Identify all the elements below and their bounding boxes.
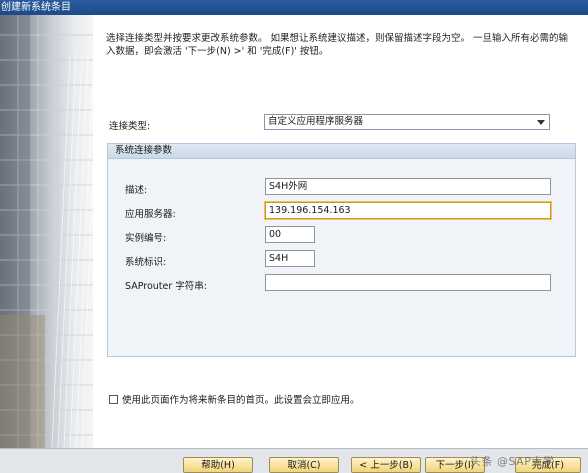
system-id-field[interactable]: S4H bbox=[265, 250, 315, 267]
window-titlebar: 创建新系统条目 bbox=[0, 0, 588, 15]
app-server-label: 应用服务器: bbox=[125, 209, 176, 220]
saprouter-label: SAProuter 字符串: bbox=[125, 281, 207, 292]
instance-number-field[interactable]: 00 bbox=[265, 226, 315, 243]
connection-type-value: 自定义应用程序服务器 bbox=[268, 116, 364, 127]
connection-type-label: 连接类型: bbox=[109, 121, 151, 132]
description-field[interactable]: S4H外网 bbox=[265, 178, 551, 195]
wizard-content: 选择连接类型并按要求更改系统参数。 如果想让系统建议描述，则保留描述字段为空。 … bbox=[93, 15, 588, 448]
intro-text: 选择连接类型并按要求更改系统参数。 如果想让系统建议描述，则保留描述字段为空。 … bbox=[106, 33, 569, 57]
watermark: 头条 @SAP大学 bbox=[470, 455, 555, 468]
sidebar-graphic bbox=[0, 15, 93, 448]
window-title: 创建新系统条目 bbox=[1, 2, 71, 13]
chevron-down-icon[interactable] bbox=[537, 120, 545, 125]
system-connection-group: 系统连接参数 描述: S4H外网 应用服务器: 139.196.154.163 … bbox=[107, 143, 576, 357]
building-facade-image bbox=[0, 15, 93, 448]
group-title: 系统连接参数 bbox=[108, 144, 575, 159]
instance-number-label: 实例编号: bbox=[125, 233, 167, 244]
system-id-label: 系统标识: bbox=[125, 257, 167, 268]
connection-type-select[interactable]: 自定义应用程序服务器 bbox=[264, 114, 550, 130]
saprouter-field[interactable] bbox=[265, 274, 551, 291]
help-button[interactable]: 帮助(H) bbox=[183, 457, 253, 473]
homepage-checkbox-label: 使用此页面作为将来新条目的首页。此设置会立即应用。 bbox=[122, 395, 360, 406]
app-server-field[interactable]: 139.196.154.163 bbox=[265, 202, 551, 219]
cancel-button[interactable]: 取消(C) bbox=[269, 457, 339, 473]
back-button[interactable]: < 上一步(B) bbox=[351, 457, 421, 473]
description-label: 描述: bbox=[125, 185, 148, 196]
homepage-option[interactable]: 使用此页面作为将来新条目的首页。此设置会立即应用。 bbox=[109, 392, 360, 406]
homepage-checkbox[interactable] bbox=[109, 394, 118, 404]
